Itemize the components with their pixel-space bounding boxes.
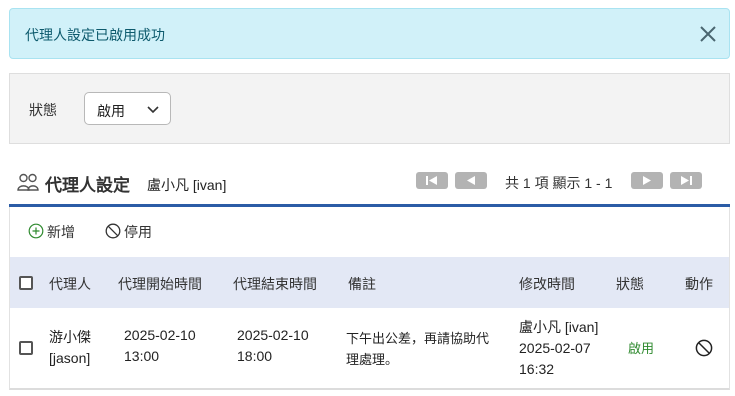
status-select-value: 啟用 — [97, 103, 125, 119]
status-badge: 啟用 — [628, 341, 655, 356]
first-page-icon — [426, 176, 437, 185]
start-time: 13:00 — [124, 348, 160, 364]
success-alert: 代理人設定已啟用成功 — [9, 8, 730, 59]
end-date: 2025-02-10 — [237, 327, 309, 343]
first-page-button[interactable] — [416, 172, 448, 189]
select-all-checkbox[interactable] — [19, 276, 33, 290]
last-page-icon — [681, 176, 692, 185]
modified-cell: 盧小凡 [ivan] 2025-02-07 16:32 — [519, 317, 598, 380]
prev-page-button[interactable] — [455, 172, 487, 189]
agent-cell: 游小傑 [jason] — [49, 327, 91, 369]
page-title: 代理人設定 — [45, 176, 130, 195]
alert-message: 代理人設定已啟用成功 — [25, 27, 165, 43]
add-circle-icon — [28, 223, 44, 239]
next-page-button[interactable] — [631, 172, 663, 189]
start-date: 2025-02-10 — [124, 327, 196, 343]
agent-name: 游小傑 — [49, 329, 91, 345]
header-modified-time[interactable]: 修改時間 — [519, 274, 575, 294]
last-page-button[interactable] — [670, 172, 702, 189]
agent-table-panel: 新增 停用 代理人 代理開始時間 代理結束時間 備註 修改時間 狀態 動作 游小… — [9, 207, 730, 390]
modified-time: 16:32 — [519, 361, 555, 377]
end-time: 18:00 — [237, 348, 273, 364]
add-button-label: 新增 — [47, 224, 75, 240]
header-action: 動作 — [685, 276, 713, 292]
start-time-cell: 2025-02-10 13:00 — [124, 325, 196, 367]
row-checkbox[interactable] — [19, 341, 33, 355]
note-cell: 下午出公差，再請協助代 理處理。 — [346, 328, 489, 370]
header-start-time[interactable]: 代理開始時間 — [118, 274, 202, 294]
current-user: 盧小凡 [ivan] — [147, 177, 227, 193]
agent-id: [jason] — [49, 350, 91, 366]
close-icon[interactable] — [699, 25, 717, 43]
status-filter-label: 狀態 — [29, 102, 57, 118]
filter-panel: 狀態 啟用 — [9, 73, 730, 144]
header-status[interactable]: 狀態 — [616, 274, 644, 294]
status-select[interactable]: 啟用 — [84, 92, 171, 125]
end-time-cell: 2025-02-10 18:00 — [237, 325, 309, 367]
section-header: 代理人設定 盧小凡 [ivan] 共 1 項 顯示 1 - 1 — [9, 164, 730, 204]
next-page-icon — [643, 176, 651, 185]
header-end-time[interactable]: 代理結束時間 — [233, 274, 317, 294]
note-line-2: 理處理。 — [346, 352, 399, 367]
disable-row-icon[interactable] — [695, 339, 713, 357]
modified-by: 盧小凡 [ivan] — [519, 319, 599, 335]
users-icon — [17, 173, 39, 191]
table-header: 代理人 代理開始時間 代理結束時間 備註 修改時間 狀態 動作 — [10, 257, 729, 308]
prev-page-icon — [467, 176, 475, 185]
chevron-down-icon — [147, 106, 159, 114]
pagination-info: 共 1 項 顯示 1 - 1 — [505, 175, 613, 191]
note-line-1: 下午出公差，再請協助代 — [346, 331, 490, 346]
ban-icon — [105, 223, 121, 239]
header-note[interactable]: 備註 — [348, 274, 376, 294]
disable-button-label: 停用 — [124, 224, 152, 240]
header-agent[interactable]: 代理人 — [49, 274, 91, 294]
table-row: 游小傑 [jason] 2025-02-10 13:00 2025-02-10 … — [10, 308, 729, 388]
modified-date: 2025-02-07 — [519, 340, 591, 356]
